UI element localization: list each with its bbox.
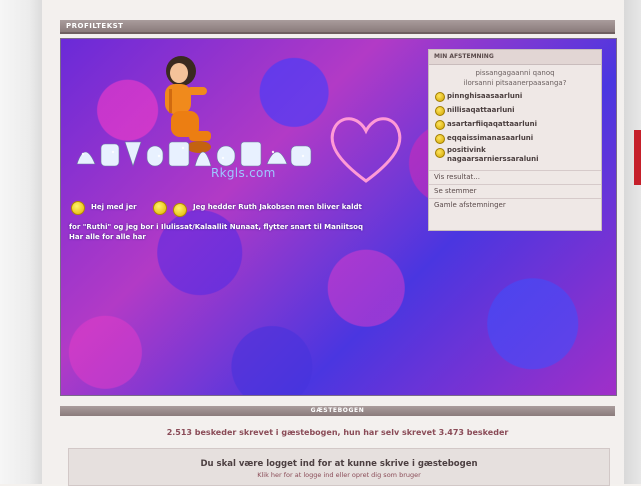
poll-option-label-line-2: nagaarsarnierssaraluni	[447, 155, 539, 163]
logo-subtitle: Rkgls.com	[211, 166, 276, 180]
poll-option-label: asartarfiiqaqattaarluni	[447, 120, 538, 128]
poll-show-results-link[interactable]: Vis resultat...	[429, 170, 601, 184]
guestbook-login-notice: Du skal være logget ind for at kunne skr…	[68, 448, 610, 486]
smiley-icon	[71, 201, 85, 215]
bio-text-line-1a: Hej med jer	[91, 203, 137, 211]
radio-button-icon[interactable]	[435, 92, 445, 102]
smiley-icon	[153, 201, 167, 215]
login-link[interactable]: Klik her for at logge ind eller opret di…	[69, 471, 609, 479]
profile-section-header: PROFILTEKST	[60, 20, 615, 34]
radio-button-icon[interactable]	[435, 106, 445, 116]
poll-option-3[interactable]: asartarfiiqaqattaarluni	[429, 118, 601, 130]
glitter-name-logo	[76, 141, 312, 167]
poll-header: MIN AFSTEMNING	[429, 50, 601, 65]
poll-option-label: eqqaissimanasaarluni	[447, 134, 534, 142]
poll-question: pissangagaanni qanoq ilorsanni pitsaaner…	[429, 65, 601, 90]
radio-button-icon[interactable]	[435, 148, 445, 158]
poll-question-line-2: ilorsanni pitsaanerpaasanga?	[463, 79, 567, 87]
profile-section-title: PROFILTEKST	[66, 22, 124, 30]
browser-right-edge	[624, 0, 641, 484]
bio-text-line-1b: Jeg hedder Ruth Jakobsen men bliver kald…	[193, 203, 362, 211]
login-notice-title: Du skal være logget ind for at kunne skr…	[200, 459, 478, 469]
poll-see-votes-link[interactable]: Se stemmer	[429, 184, 601, 198]
radio-button-icon[interactable]	[435, 134, 445, 144]
radio-button-icon[interactable]	[435, 120, 445, 130]
side-tab[interactable]	[634, 130, 641, 185]
bio-text-line-2: for "Ruthi" og jeg bor i Ilulissat/Kalaa…	[69, 223, 363, 231]
guestbook-stats: 2.513 beskeder skrevet i gæstebogen, hun…	[166, 428, 509, 437]
guestbook-section-title: GÆSTEBOGEN	[310, 407, 365, 414]
profile-text-panel: Rkgls.com Hej med jer Jeg hedder Ruth Ja…	[60, 38, 617, 396]
poll-option-1[interactable]: pinnghisaasaarluni	[429, 90, 601, 102]
poll-option-4[interactable]: eqqaissimanasaarluni	[429, 132, 601, 144]
poll-box: MIN AFSTEMNING pissangagaanni qanoq ilor…	[428, 49, 602, 231]
poll-option-label: nillisaqattaarluni	[447, 106, 515, 114]
poll-option-label: pinnghisaasaarluni	[447, 92, 523, 100]
poll-old-polls-link[interactable]: Gamle afstemninger	[429, 198, 601, 212]
poll-option-label: positivink	[447, 146, 486, 154]
bio-text-line-3: Har alle for alle har	[69, 233, 146, 241]
poll-question-line-1: pissangagaanni qanoq	[475, 69, 555, 77]
poll-option-2[interactable]: nillisaqattaarluni	[429, 104, 601, 116]
browser-left-margin	[0, 0, 42, 484]
smiley-icon	[173, 203, 187, 217]
heart-image	[330, 117, 402, 183]
guestbook-section-header: GÆSTEBOGEN	[60, 406, 615, 416]
poll-option-5[interactable]: positivink nagaarsarnierssaraluni	[429, 146, 601, 168]
